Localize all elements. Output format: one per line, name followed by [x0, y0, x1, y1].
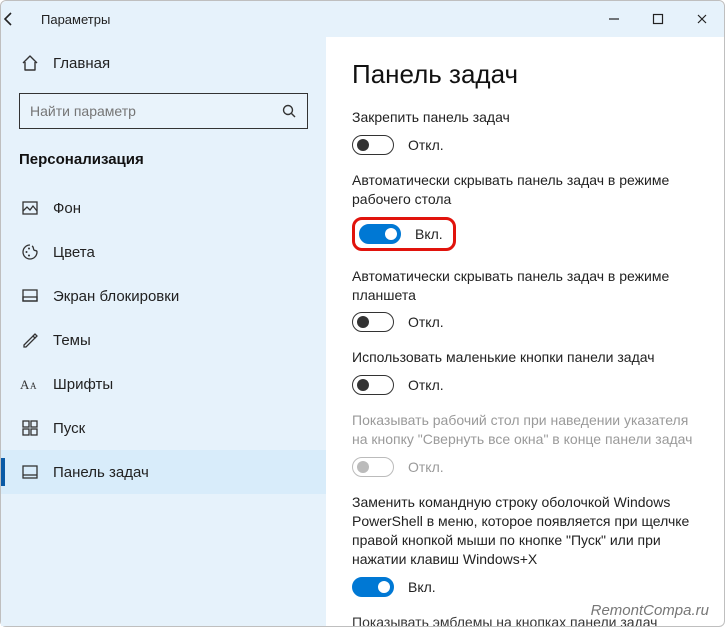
svg-text:A: A — [30, 381, 37, 391]
svg-text:A: A — [20, 377, 30, 392]
setting-powershell: Заменить командную строку оболочкой Wind… — [352, 493, 698, 597]
sidebar-item-label: Пуск — [53, 420, 85, 437]
sidebar-item-label: Темы — [53, 332, 91, 349]
setting-label: Автоматически скрывать панель задач в ре… — [352, 267, 698, 305]
highlight-box: Вкл. — [352, 217, 456, 251]
sidebar: Главная Персонализация Фон Цвета — [1, 37, 326, 626]
search-icon — [281, 103, 297, 119]
sidebar-item-lockscreen[interactable]: Экран блокировки — [1, 274, 326, 318]
toggle-lock-taskbar[interactable] — [352, 135, 394, 155]
lockscreen-icon — [19, 287, 41, 305]
setting-peek-desktop: Показывать рабочий стол при наведении ук… — [352, 411, 698, 477]
sidebar-item-label: Фон — [53, 200, 81, 217]
titlebar: Параметры — [1, 1, 724, 37]
maximize-button[interactable] — [636, 1, 680, 37]
setting-autohide-tablet: Автоматически скрывать панель задач в ре… — [352, 267, 698, 333]
sidebar-item-label: Шрифты — [53, 376, 113, 393]
sidebar-item-start[interactable]: Пуск — [1, 406, 326, 450]
sidebar-item-taskbar[interactable]: Панель задач — [1, 450, 326, 494]
taskbar-icon — [19, 463, 41, 481]
home-label: Главная — [53, 55, 110, 72]
toggle-state: Вкл. — [415, 226, 443, 242]
toggle-autohide-desktop[interactable] — [359, 224, 401, 244]
sidebar-item-label: Экран блокировки — [53, 288, 179, 305]
setting-label: Показывать рабочий стол при наведении ук… — [352, 411, 698, 449]
sidebar-item-label: Цвета — [53, 244, 95, 261]
palette-icon — [19, 243, 41, 261]
search-input[interactable] — [30, 103, 275, 119]
sidebar-item-themes[interactable]: Темы — [1, 318, 326, 362]
themes-icon — [19, 331, 41, 349]
toggle-powershell[interactable] — [352, 577, 394, 597]
search-box[interactable] — [19, 93, 308, 129]
toggle-autohide-tablet[interactable] — [352, 312, 394, 332]
toggle-small-buttons[interactable] — [352, 375, 394, 395]
setting-lock-taskbar: Закрепить панель задач Откл. — [352, 108, 698, 155]
page-title: Панель задач — [352, 59, 698, 90]
watermark: RemontCompa.ru — [591, 602, 709, 619]
setting-label: Заменить командную строку оболочкой Wind… — [352, 493, 698, 569]
toggle-state: Откл. — [408, 314, 444, 330]
setting-label: Закрепить панель задач — [352, 108, 698, 127]
sidebar-item-background[interactable]: Фон — [1, 186, 326, 230]
sidebar-item-label: Панель задач — [53, 464, 149, 481]
back-button[interactable] — [1, 11, 41, 27]
home-icon — [19, 54, 41, 72]
toggle-peek-desktop — [352, 457, 394, 477]
image-icon — [19, 199, 41, 217]
sidebar-item-fonts[interactable]: AA Шрифты — [1, 362, 326, 406]
group-title: Персонализация — [1, 147, 326, 186]
content-pane: Панель задач Закрепить панель задач Откл… — [326, 37, 724, 626]
setting-label: Автоматически скрывать панель задач в ре… — [352, 171, 698, 209]
setting-label: Использовать маленькие кнопки панели зад… — [352, 348, 698, 367]
sidebar-item-colors[interactable]: Цвета — [1, 230, 326, 274]
toggle-state: Откл. — [408, 377, 444, 393]
close-button[interactable] — [680, 1, 724, 37]
nav-list: Фон Цвета Экран блокировки Темы AA Шрифт… — [1, 186, 326, 494]
toggle-state: Вкл. — [408, 579, 436, 595]
minimize-button[interactable] — [592, 1, 636, 37]
toggle-state: Откл. — [408, 459, 444, 475]
home-link[interactable]: Главная — [1, 43, 326, 83]
fonts-icon: AA — [19, 375, 41, 393]
setting-small-buttons: Использовать маленькие кнопки панели зад… — [352, 348, 698, 395]
start-icon — [19, 419, 41, 437]
app-title: Параметры — [41, 12, 110, 27]
setting-autohide-desktop: Автоматически скрывать панель задач в ре… — [352, 171, 698, 251]
toggle-state: Откл. — [408, 137, 444, 153]
